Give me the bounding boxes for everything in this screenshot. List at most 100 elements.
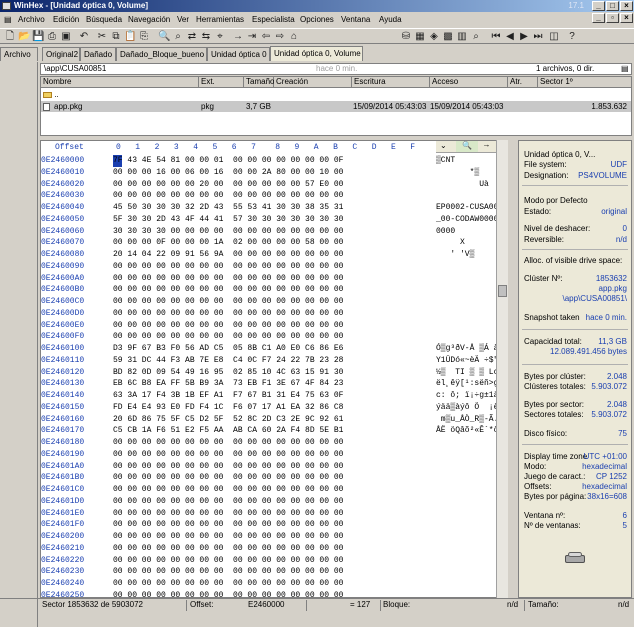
replace-hex-icon[interactable]: ⇆ [200, 31, 212, 43]
tab-archivo[interactable]: Archivo [0, 47, 38, 61]
menu-ayuda[interactable]: Ayuda [379, 13, 402, 26]
hex-bytes[interactable]: 7F 43 4E 54 81 00 00 01 00 00 00 00 00 0… [113, 155, 433, 597]
calculator-icon[interactable]: ▩ [442, 31, 454, 43]
goto-sector-icon[interactable]: ⇥ [246, 31, 258, 43]
hex-row[interactable]: 00 00 00 00 00 00 00 00 00 00 00 00 00 0… [113, 190, 433, 202]
properties-icon[interactable]: ▣ [60, 31, 72, 43]
zoom-icon[interactable]: 🔍 [456, 141, 478, 152]
hex-row[interactable]: 30 30 30 30 00 00 00 00 00 00 00 00 00 0… [113, 226, 433, 238]
hex-row[interactable]: 00 00 00 00 00 00 00 00 00 00 00 00 00 0… [113, 296, 433, 308]
hex-row[interactable]: BD 82 0D 09 54 49 16 95 02 85 10 4C 63 1… [113, 367, 433, 379]
hex-row[interactable]: 00 00 00 00 00 00 00 00 00 00 00 00 00 0… [113, 320, 433, 332]
hex-row[interactable]: 7F 43 4E 54 81 00 00 01 00 00 00 00 00 0… [113, 155, 433, 167]
hex-row[interactable]: 00 00 00 00 00 00 00 00 00 00 00 00 00 0… [113, 590, 433, 597]
hex-row[interactable]: 00 00 00 00 00 00 00 00 00 00 00 00 00 0… [113, 496, 433, 508]
hex-row[interactable]: 5F 30 30 2D 43 4F 44 41 57 30 30 30 30 3… [113, 214, 433, 226]
prev-sector-icon[interactable]: ◀ [504, 31, 516, 43]
undo-icon[interactable]: ↶ [78, 31, 90, 43]
hex-row[interactable]: 00 00 00 00 00 00 00 00 00 00 00 00 00 0… [113, 284, 433, 296]
hash-icon[interactable]: ▥ [456, 31, 468, 43]
ram-editor-icon[interactable]: ▦ [414, 31, 426, 43]
forward-icon[interactable]: ⇨ [274, 31, 286, 43]
menu-ventana[interactable]: Ventana [341, 13, 370, 26]
file-row-app-pkg[interactable]: app.pkg pkg 3,7 GB 15/09/2014 05:43:03 1… [41, 101, 631, 112]
last-sector-icon[interactable]: ⏭ [532, 31, 544, 43]
menu-navegacion[interactable]: Navegación [128, 13, 170, 26]
menu-ver[interactable]: Ver [177, 13, 189, 26]
maximize-button[interactable]: □ [606, 1, 619, 11]
col-sector[interactable]: Sector 1º [538, 77, 632, 88]
mdi-close-button[interactable]: × [620, 13, 633, 23]
first-sector-icon[interactable]: ⏮ [490, 31, 502, 43]
search-icon[interactable]: ⌕ [470, 31, 482, 43]
copy-icon[interactable]: ⧉ [110, 31, 122, 43]
hex-row[interactable]: 20 6D 86 75 5F C5 D2 5F 52 8C 2D C3 2E 9… [113, 414, 433, 426]
hex-row[interactable]: 00 00 00 00 00 00 00 00 00 00 00 00 00 0… [113, 484, 433, 496]
hex-row[interactable]: 00 00 00 00 00 00 00 00 00 00 00 00 00 0… [113, 273, 433, 285]
tab-danado[interactable]: Dañado [80, 47, 116, 61]
mdi-restore-button[interactable]: ▫ [606, 13, 619, 23]
hex-row[interactable]: 00 00 00 00 00 00 00 00 00 00 00 00 00 0… [113, 555, 433, 567]
col-tamano[interactable]: Tamaño [244, 77, 274, 88]
replace-text-icon[interactable]: ⇄ [186, 31, 198, 43]
dropdown-icon[interactable]: ⌄ [440, 141, 447, 151]
hex-row[interactable]: 00 00 00 00 00 00 00 00 00 00 00 00 00 0… [113, 566, 433, 578]
hex-row[interactable]: 00 00 00 00 00 00 00 00 00 00 00 00 00 0… [113, 437, 433, 449]
menu-especialista[interactable]: Especialista [252, 13, 295, 26]
find-again-icon[interactable]: ⌖ [214, 31, 226, 43]
position-manager-icon[interactable]: ⌂ [288, 31, 300, 43]
scroll-thumb[interactable] [498, 285, 507, 297]
col-atr[interactable]: Atr. [508, 77, 538, 88]
hex-row[interactable]: 00 00 00 00 00 00 00 00 00 00 00 00 00 0… [113, 508, 433, 520]
next-sector-icon[interactable]: ▶ [518, 31, 530, 43]
hex-row[interactable]: 00 00 00 00 00 00 00 00 00 00 00 00 00 0… [113, 331, 433, 343]
paste-special-icon[interactable]: ⎘ [138, 31, 150, 43]
tab-unidad-optica-0[interactable]: Unidad óptica 0 [207, 47, 270, 61]
menu-opciones[interactable]: Opciones [300, 13, 334, 26]
hex-row[interactable]: 00 00 00 00 00 00 00 00 00 00 00 00 00 0… [113, 531, 433, 543]
hex-row[interactable]: 00 00 00 00 00 00 00 00 00 00 00 00 00 0… [113, 449, 433, 461]
menu-busqueda[interactable]: Búsqueda [86, 13, 122, 26]
goto-offset-icon[interactable]: → [232, 31, 244, 43]
arrow-icon[interactable]: → [484, 141, 489, 150]
new-file-icon[interactable]: 🗋 [4, 31, 16, 43]
hex-row[interactable]: 63 3A 17 F4 3B 1B EF A1 F7 67 B1 31 E4 7… [113, 390, 433, 402]
hex-row[interactable]: 00 00 00 00 00 00 00 00 00 00 00 00 00 0… [113, 308, 433, 320]
hex-row[interactable]: 00 00 00 16 00 06 00 16 00 00 2A 80 00 0… [113, 167, 433, 179]
hex-row[interactable]: 00 00 00 00 00 00 00 00 00 00 00 00 00 0… [113, 519, 433, 531]
hex-row[interactable]: 00 00 00 0F 00 00 00 1A 02 00 00 00 00 5… [113, 237, 433, 249]
minimize-button[interactable]: _ [592, 1, 605, 11]
hex-row[interactable]: D3 9F 67 B3 F0 56 AD C5 05 8B C1 A0 E0 C… [113, 343, 433, 355]
hex-row[interactable]: 00 00 00 00 00 00 00 00 00 00 00 00 00 0… [113, 578, 433, 590]
analyze-icon[interactable]: ◈ [428, 31, 440, 43]
filter-icon[interactable]: ▤ [621, 64, 629, 74]
col-creacion[interactable]: Creación [274, 77, 352, 88]
menu-herramientas[interactable]: Herramientas [196, 13, 244, 26]
hex-row[interactable]: 00 00 00 00 00 00 00 00 00 00 00 00 00 0… [113, 261, 433, 273]
menu-archivo[interactable]: Archivo [18, 13, 45, 26]
find-hex-icon[interactable]: ⌕ [172, 31, 184, 43]
hex-row[interactable]: C5 CB 1A F6 51 E2 F5 AA AB CA 60 2A F4 8… [113, 425, 433, 437]
snapshot-icon[interactable]: ◫ [548, 31, 560, 43]
hex-row[interactable]: 00 00 00 00 00 00 00 00 00 00 00 00 00 0… [113, 543, 433, 555]
paste-icon[interactable]: 📋 [124, 31, 136, 43]
mdi-minimize-button[interactable]: _ [592, 13, 605, 23]
hex-row[interactable]: 20 14 04 22 09 91 56 9A 00 00 00 00 00 0… [113, 249, 433, 261]
print-icon[interactable]: ⎙ [46, 31, 58, 43]
back-icon[interactable]: ⇦ [260, 31, 272, 43]
hex-row[interactable]: 00 00 00 00 00 00 20 00 00 00 00 00 00 5… [113, 179, 433, 191]
find-text-icon[interactable]: 🔍 [158, 31, 170, 43]
hex-row[interactable]: 00 00 00 00 00 00 00 00 00 00 00 00 00 0… [113, 472, 433, 484]
hex-editor[interactable]: Offset 0123456789ABCDEF ⌄ 🔍 → 0E2460000 0… [40, 140, 508, 598]
cut-icon[interactable]: ✂ [96, 31, 108, 43]
col-ext[interactable]: Ext. [199, 77, 244, 88]
save-icon[interactable]: 💾 [32, 31, 44, 43]
col-acceso[interactable]: Acceso [430, 77, 508, 88]
hex-scrollbar[interactable] [496, 140, 508, 598]
hex-row[interactable]: 45 50 30 30 30 32 2D 43 55 53 41 30 30 3… [113, 202, 433, 214]
hex-row[interactable]: 00 00 00 00 00 00 00 00 00 00 00 00 00 0… [113, 461, 433, 473]
hex-row[interactable]: FD E4 E4 93 E0 FD F4 1C F6 07 17 A1 EA 3… [113, 402, 433, 414]
menu-edicion[interactable]: Edición [53, 13, 79, 26]
open-disk-icon[interactable]: ⛁ [400, 31, 412, 43]
tab-unidad-optica-volume[interactable]: Unidad óptica 0, Volume [270, 46, 363, 61]
